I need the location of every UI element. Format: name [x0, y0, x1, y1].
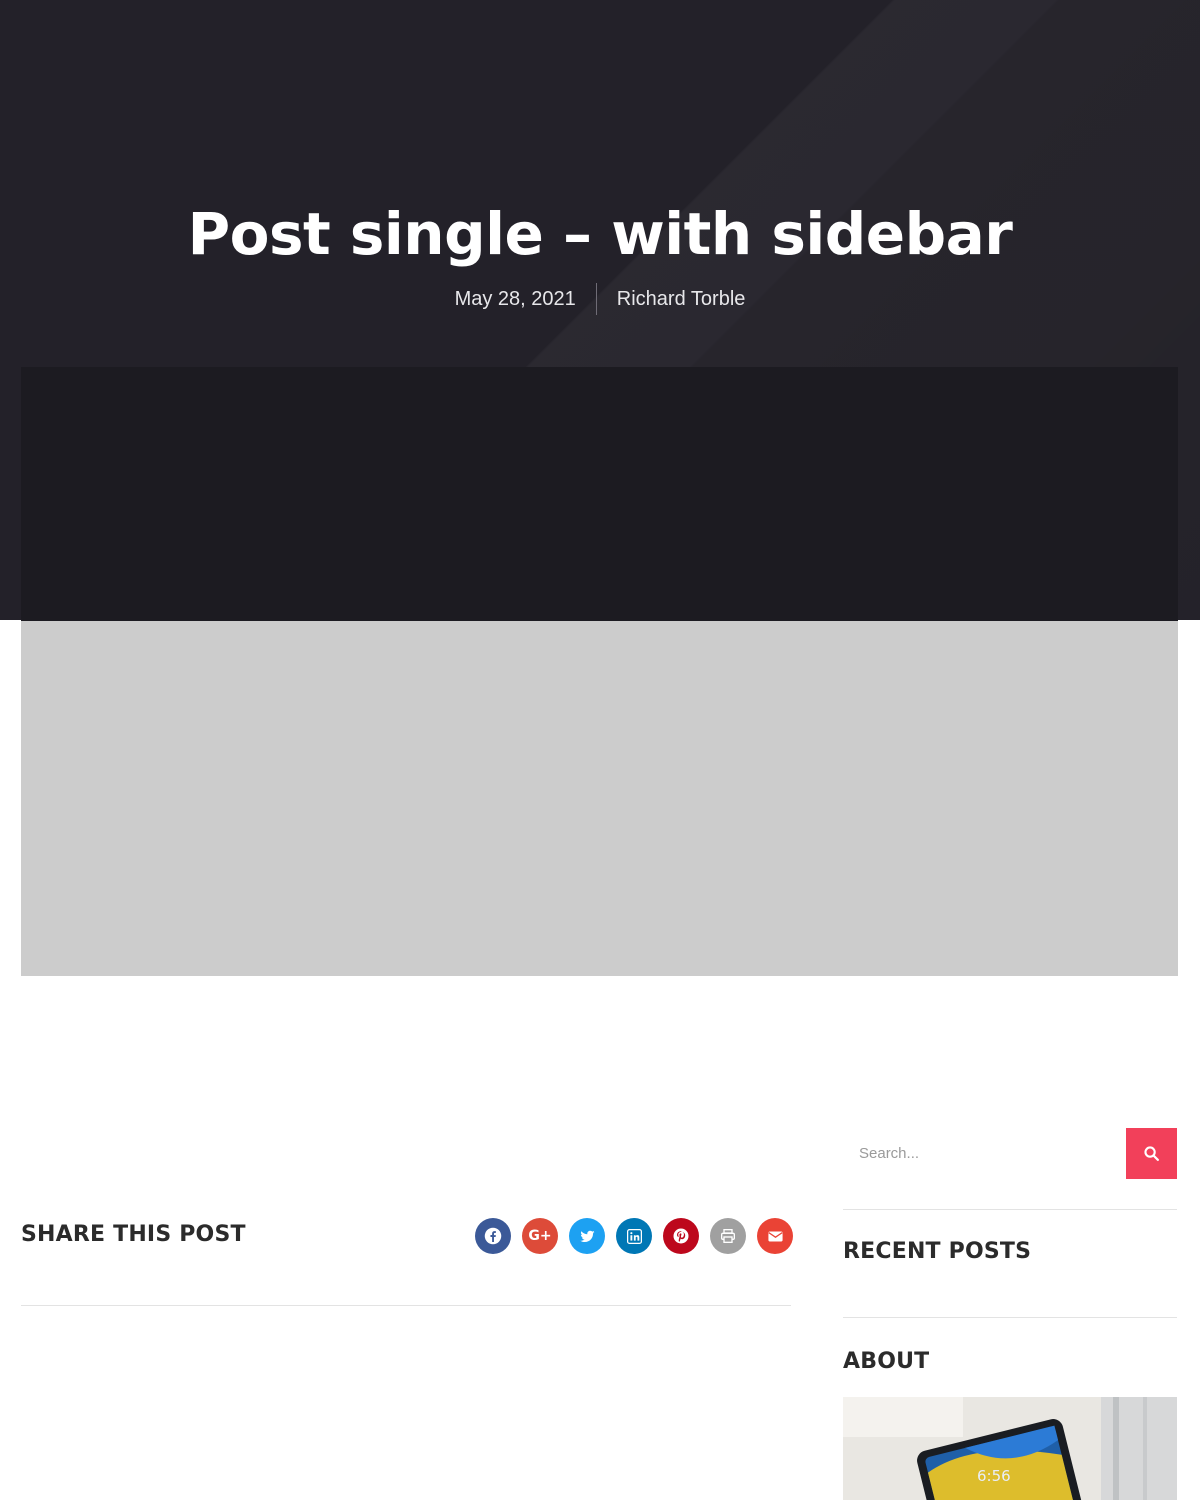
search-button[interactable]	[1126, 1128, 1177, 1179]
sidebar-divider	[843, 1209, 1177, 1210]
post-date: May 28, 2021	[454, 287, 576, 310]
share-buttons: G+	[475, 1218, 793, 1254]
search-icon	[1144, 1146, 1160, 1162]
search-input[interactable]	[843, 1128, 1126, 1179]
about-title: ABOUT	[843, 1349, 930, 1374]
sidebar-divider	[843, 1317, 1177, 1318]
email-icon	[767, 1231, 783, 1241]
facebook-icon	[484, 1227, 502, 1245]
post-author[interactable]: Richard Torble	[617, 288, 746, 311]
sidebar-search	[843, 1128, 1177, 1179]
post-meta: May 28, 2021 Richard Torble	[0, 283, 1200, 315]
tablet-clock: 6:56	[977, 1467, 1011, 1485]
share-divider	[21, 1305, 791, 1306]
meta-separator	[595, 283, 597, 315]
print-icon	[721, 1229, 735, 1243]
share-linkedin-button[interactable]	[616, 1218, 652, 1254]
featured-image-top	[21, 367, 1178, 621]
post-title: Post single – with sidebar	[187, 200, 1013, 268]
share-title: SHARE THIS POST	[21, 1222, 246, 1247]
recent-posts-title: RECENT POSTS	[843, 1239, 1032, 1264]
google-plus-icon: G+	[528, 1228, 552, 1244]
share-email-button[interactable]	[757, 1218, 793, 1254]
linkedin-icon	[626, 1228, 642, 1244]
twitter-icon	[579, 1230, 595, 1242]
about-image: 6:56	[843, 1397, 1177, 1500]
pinterest-icon	[673, 1228, 689, 1244]
featured-image	[21, 621, 1178, 976]
share-facebook-button[interactable]	[475, 1218, 511, 1254]
share-pinterest-button[interactable]	[663, 1218, 699, 1254]
tablet-photo: 6:56	[843, 1397, 1177, 1500]
share-twitter-button[interactable]	[569, 1218, 605, 1254]
share-google-plus-button[interactable]: G+	[522, 1218, 558, 1254]
share-print-button[interactable]	[710, 1218, 746, 1254]
